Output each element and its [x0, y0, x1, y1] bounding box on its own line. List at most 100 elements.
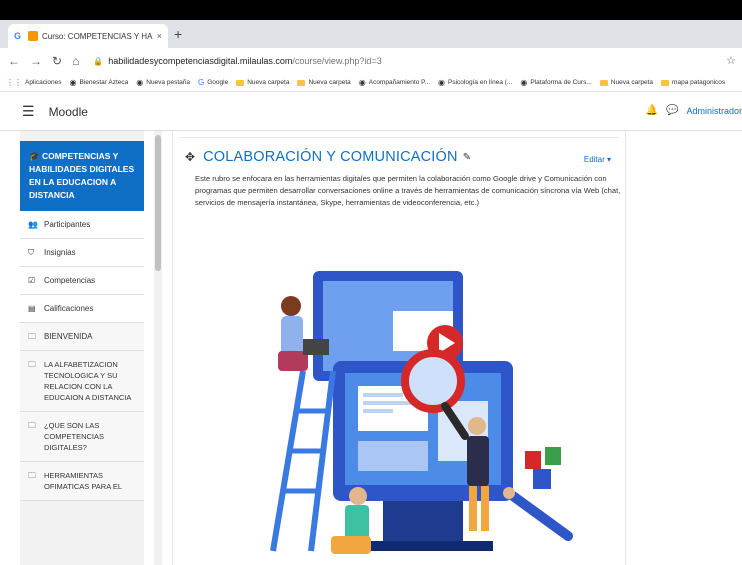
- globe-icon: ◉: [69, 78, 77, 87]
- drawer-item-label: HERRAMIENTAS OFIMATICAS PARA EL: [44, 471, 123, 491]
- home-icon[interactable]: ⌂: [72, 54, 79, 68]
- drawer-item[interactable]: ▤ Calificaciones: [20, 295, 144, 323]
- browser-tab[interactable]: G Curso: COMPETENCIAS Y HABILI ×: [8, 24, 168, 48]
- ladder-rail: [308, 370, 336, 552]
- folder-icon: [599, 79, 608, 86]
- folder-icon: [297, 79, 306, 86]
- bookmark-item[interactable]: ⋮⋮ Aplicaciones: [6, 78, 62, 87]
- move-icon[interactable]: ✥: [185, 150, 195, 164]
- bookmark-item[interactable]: ◉ Bienestar Azteca: [70, 78, 129, 87]
- card-line: [363, 409, 393, 413]
- drawer-item[interactable]: ⛉ Insignias: [20, 239, 144, 267]
- back-icon[interactable]: ←: [8, 54, 20, 68]
- bookmarks-bar: ⋮⋮ Aplicaciones ◉ Bienestar Azteca ◉ Nueva pe…: [0, 74, 742, 92]
- pointing-hand: [503, 487, 515, 499]
- scrollbar-thumb[interactable]: [155, 135, 161, 271]
- chat-icon[interactable]: 💬: [666, 105, 678, 116]
- drawer-scrollbar[interactable]: [154, 131, 162, 565]
- drawer-item[interactable]: ☑ Competencias: [20, 267, 144, 295]
- drawer-item[interactable]: 👥 Participantes: [20, 211, 144, 239]
- paint-bucket-blue: [533, 469, 551, 489]
- hamburger-menu-icon[interactable]: ☰: [22, 103, 35, 120]
- google-icon: G: [197, 78, 205, 87]
- tab-title: Curso: COMPETENCIAS Y HABILI: [42, 31, 153, 41]
- bell-icon[interactable]: 🔔: [646, 105, 658, 116]
- laptop-icon: [303, 339, 329, 355]
- man-head: [468, 417, 486, 435]
- bookmark-item[interactable]: ◉ Nueva pestaña: [136, 78, 190, 87]
- bookmark-item[interactable]: Nueva carpeta: [236, 79, 289, 86]
- reload-icon[interactable]: ↻: [52, 54, 62, 68]
- drawer-item-label: Competencias: [44, 276, 96, 285]
- new-tab-button[interactable]: +: [174, 26, 182, 42]
- man-leg: [469, 486, 477, 531]
- section-header: ✥ COLABORACIÓN Y COMUNICACIÓN ✎: [185, 149, 471, 165]
- bookmark-item[interactable]: Nueva carpeta: [599, 79, 653, 86]
- globe-icon: ◉: [438, 78, 446, 87]
- url-host: habilidadesycompetenciasdigital.milaulas…: [108, 56, 293, 66]
- drawer-item-label: LA ALFABETIZACION TECNOLOGICA Y SU RELAC…: [44, 360, 132, 402]
- shield-icon: ⛉: [28, 248, 34, 257]
- forward-icon[interactable]: →: [30, 54, 42, 68]
- moodle-favicon-icon: [28, 31, 38, 41]
- bookmark-label: Nueva carpeta: [247, 79, 290, 86]
- screen-top-border: [0, 0, 742, 20]
- content-block: [358, 441, 428, 471]
- bookmark-item[interactable]: Nueva carpeta: [297, 79, 351, 86]
- ladder-rail: [270, 370, 306, 552]
- lock-icon: 🔒: [93, 56, 104, 66]
- drawer-item-label: Calificaciones: [44, 304, 94, 313]
- bookmark-label: mapa patagonicos: [672, 79, 726, 86]
- folder-icon: 🗀: [28, 332, 36, 341]
- folder-icon: [661, 79, 670, 86]
- section-description: Este rubro se enfocara en las herramient…: [195, 174, 621, 207]
- folder-icon: 🗀: [28, 360, 36, 369]
- chair: [331, 536, 371, 554]
- monitor-stand: [383, 501, 463, 541]
- section-divider: [179, 137, 619, 138]
- bookmark-item[interactable]: ◉ Psicología en línea (...: [438, 78, 512, 87]
- url-field[interactable]: 🔒 habilidadesycompetenciasdigital.milaul…: [93, 56, 381, 66]
- bookmark-item[interactable]: mapa patagonicos: [661, 79, 725, 86]
- url-path: /course/view.php?id=3: [292, 56, 382, 66]
- seated-person-head: [349, 487, 367, 505]
- user-menu[interactable]: Administrador: [686, 106, 742, 116]
- folder-icon: 🗀: [28, 421, 36, 430]
- drawer-item-label: ¿QUE SON LAS COMPETENCIAS DIGITALES?: [44, 421, 105, 452]
- collaboration-illustration: [270, 271, 573, 554]
- google-icon: G: [14, 31, 22, 41]
- pointing-arm: [508, 491, 573, 541]
- folder-icon: 🗀: [28, 471, 36, 480]
- bookmark-star-icon[interactable]: ☆: [726, 54, 736, 67]
- bookmark-label: Plataforma de Curs...: [530, 79, 592, 86]
- paint-bucket-green: [545, 447, 561, 465]
- bookmark-label: Acompañamiento P...: [368, 79, 431, 86]
- drawer-course-label: COMPETENCIAS Y HABILIDADES DIGITALES EN …: [29, 151, 135, 200]
- bookmark-item[interactable]: ◉ Acompañamiento P...: [359, 78, 430, 87]
- bookmark-item[interactable]: G Google: [198, 78, 228, 87]
- edit-menu-button[interactable]: Editar ▾: [584, 155, 611, 164]
- tab-close-icon[interactable]: ×: [157, 31, 162, 41]
- drawer-item-label: BIENVENIDA: [44, 332, 93, 341]
- navbar-right: 🔔 💬 Administrador: [646, 105, 742, 116]
- person-head: [281, 296, 301, 316]
- section-title[interactable]: COLABORACIÓN Y COMUNICACIÓN: [203, 149, 458, 165]
- drawer-item[interactable]: 🗀 ¿QUE SON LAS COMPETENCIAS DIGITALES?: [20, 412, 144, 462]
- drawer-item[interactable]: 🗀 BIENVENIDA: [20, 323, 144, 351]
- bookmark-label: Psicología en línea (...: [448, 79, 513, 86]
- graduation-cap-icon: 🎓: [29, 151, 42, 161]
- apps-icon: ⋮⋮: [6, 78, 22, 87]
- drawer-course-item[interactable]: 🎓 COMPETENCIAS Y HABILIDADES DIGITALES E…: [20, 141, 144, 211]
- browser-tab-strip: G Curso: COMPETENCIAS Y HABILI × +: [0, 20, 742, 48]
- address-bar: ← → ↻ ⌂ 🔒 habilidadesycompetenciasdigita…: [0, 48, 742, 74]
- globe-icon: ◉: [136, 78, 144, 87]
- globe-icon: ◉: [358, 78, 366, 87]
- seated-person-body: [345, 505, 369, 541]
- pencil-icon[interactable]: ✎: [463, 152, 471, 163]
- nav-drawer: 🎓 COMPETENCIAS Y HABILIDADES DIGITALES E…: [20, 131, 144, 565]
- site-brand[interactable]: Moodle: [49, 105, 88, 119]
- bookmark-item[interactable]: ◉ Plataforma de Curs...: [520, 78, 591, 87]
- paint-bucket-red: [525, 451, 541, 469]
- drawer-item[interactable]: 🗀 LA ALFABETIZACION TECNOLOGICA Y SU RELA…: [20, 351, 144, 412]
- drawer-item[interactable]: 🗀 HERRAMIENTAS OFIMATICAS PARA EL: [20, 462, 144, 501]
